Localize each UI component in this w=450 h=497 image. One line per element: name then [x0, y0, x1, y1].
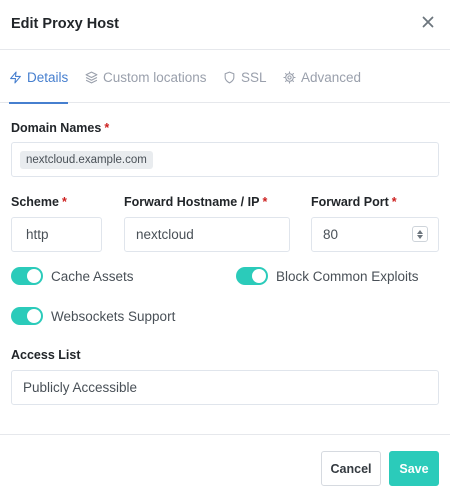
domain-names-input[interactable]: nextcloud.example.com — [11, 142, 439, 177]
cache-assets-switch[interactable] — [11, 267, 43, 285]
access-list-value: Publicly Accessible — [23, 380, 138, 395]
close-icon[interactable] — [420, 14, 436, 30]
scheme-label: Scheme * — [11, 195, 67, 209]
modal-footer: Cancel Save — [0, 434, 450, 497]
required-marker: * — [391, 195, 397, 209]
tab-advanced-label: Advanced — [301, 69, 362, 85]
required-marker: * — [104, 121, 110, 135]
scheme-value: http — [26, 227, 49, 242]
save-button[interactable]: Save — [389, 451, 439, 486]
modal-header: Edit Proxy Host — [0, 0, 450, 50]
modal-title: Edit Proxy Host — [11, 16, 119, 32]
tab-bar: Details Custom locations SSL Advanced — [0, 51, 450, 104]
tab-ssl-label: SSL — [241, 69, 267, 85]
block-common-exploits-switch[interactable] — [236, 267, 268, 285]
forward-hostname-input[interactable]: nextcloud — [124, 217, 290, 252]
forward-port-label-text: Forward Port — [311, 195, 389, 209]
block-common-exploits-label: Block Common Exploits — [276, 268, 419, 284]
forward-port-input[interactable]: 80 — [311, 217, 439, 252]
access-list-select[interactable]: Publicly Accessible — [11, 370, 439, 405]
websockets-support-label: Websockets Support — [51, 308, 176, 324]
tab-details[interactable]: Details — [9, 51, 69, 104]
edit-proxy-host-modal: Edit Proxy Host Details Custom locations… — [0, 0, 450, 497]
layers-icon — [85, 71, 98, 83]
gear-icon — [283, 71, 296, 83]
scheme-input[interactable]: http — [11, 217, 102, 252]
forward-hostname-value: nextcloud — [136, 227, 194, 242]
forward-hostname-label-text: Forward Hostname / IP — [124, 195, 260, 209]
scheme-label-text: Scheme — [11, 195, 59, 209]
zap-icon — [10, 71, 21, 83]
domain-names-label-text: Domain Names — [11, 121, 102, 135]
cache-assets-label: Cache Assets — [51, 268, 134, 284]
forward-port-value: 80 — [323, 227, 339, 242]
domain-chip[interactable]: nextcloud.example.com — [20, 150, 153, 169]
domain-names-label: Domain Names * — [11, 121, 109, 135]
required-marker: * — [262, 195, 268, 209]
port-stepper-icon[interactable] — [412, 226, 428, 242]
forward-hostname-label: Forward Hostname / IP * — [124, 195, 267, 209]
forward-port-label: Forward Port * — [311, 195, 397, 209]
cache-assets-toggle[interactable]: Cache Assets — [11, 267, 134, 285]
tab-advanced[interactable]: Advanced — [283, 51, 361, 103]
block-common-exploits-toggle[interactable]: Block Common Exploits — [236, 267, 419, 285]
websockets-support-toggle[interactable]: Websockets Support — [11, 307, 175, 325]
shield-icon — [224, 71, 235, 83]
tab-details-label: Details — [27, 69, 69, 85]
cancel-button[interactable]: Cancel — [321, 451, 381, 486]
tab-custom-locations[interactable]: Custom locations — [85, 51, 207, 103]
access-list-label: Access List — [11, 348, 81, 362]
required-marker: * — [61, 195, 67, 209]
tab-ssl[interactable]: SSL — [223, 51, 267, 103]
tab-custom-locations-label: Custom locations — [103, 69, 207, 85]
websockets-support-switch[interactable] — [11, 307, 43, 325]
